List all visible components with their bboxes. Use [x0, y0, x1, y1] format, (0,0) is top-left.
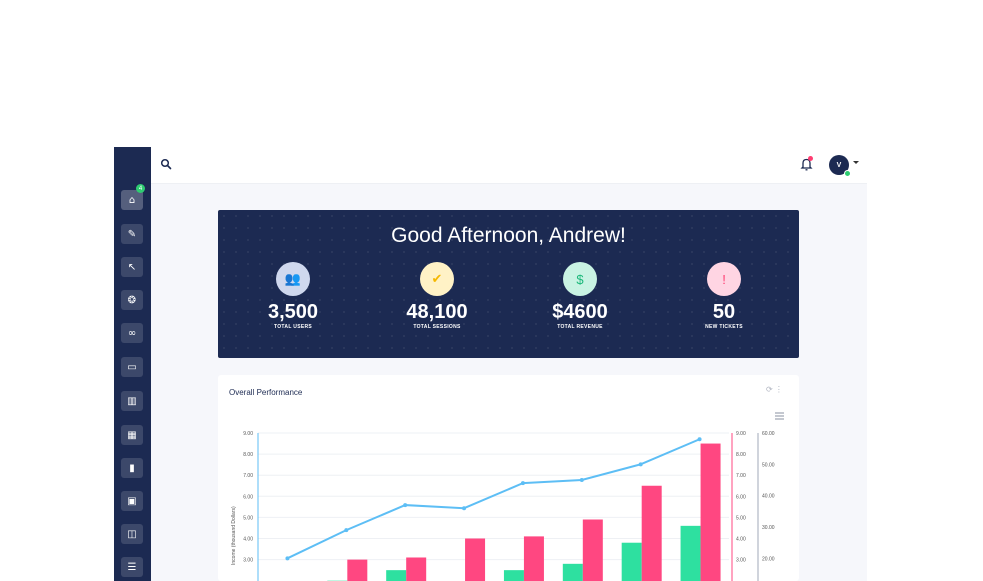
- online-status-dot: [844, 170, 851, 177]
- chart-icon[interactable]: ▥: [121, 391, 143, 411]
- settings-icon[interactable]: ❂: [121, 290, 143, 310]
- y3-tick-label: 30.00: [762, 525, 775, 531]
- pointer-icon[interactable]: ↖: [121, 257, 143, 277]
- bar-pink: [523, 536, 544, 581]
- stat-total-revenue: $ $4600 TOTAL REVENUE: [520, 262, 640, 330]
- stat-label: TOTAL REVENUE: [557, 324, 603, 330]
- y-tick-label: 9.00: [243, 431, 253, 437]
- ticket-icon: !: [707, 262, 741, 296]
- stat-label: NEW TICKETS: [705, 324, 743, 330]
- stat-new-tickets: ! 50 NEW TICKETS: [664, 262, 784, 330]
- chevron-down-icon[interactable]: [853, 161, 859, 164]
- y2-tick-label: 5.00: [736, 515, 746, 521]
- stat-value: $4600: [552, 301, 608, 323]
- stat-value: 48,100: [406, 301, 468, 323]
- y3-tick-label: 20.00: [762, 556, 775, 562]
- book-icon[interactable]: ▮: [121, 458, 143, 478]
- stat-label: TOTAL SESSIONS: [413, 324, 461, 330]
- money-icon[interactable]: ◫: [121, 524, 143, 544]
- pencil-icon[interactable]: ✎: [121, 224, 143, 244]
- line-point: [344, 528, 349, 533]
- link-icon[interactable]: ∞: [121, 323, 143, 343]
- y-tick-label: 7.00: [243, 473, 253, 479]
- clipboard-check-icon: ✔: [420, 262, 454, 296]
- calendar-icon[interactable]: ▣: [121, 491, 143, 511]
- bar-pink: [700, 443, 721, 581]
- y-tick-label: 3.00: [243, 558, 253, 564]
- line-point: [697, 437, 702, 442]
- stat-label: TOTAL USERS: [273, 324, 313, 330]
- y3-tick-label: 60.00: [762, 431, 775, 437]
- line-point: [403, 503, 408, 508]
- bar-pink: [582, 519, 603, 581]
- y-tick-label: 5.00: [243, 515, 253, 521]
- stat-total-users: 👥 3,500 TOTAL USERS: [233, 262, 353, 330]
- users-icon: 👥: [276, 262, 310, 296]
- notification-badge: 4: [136, 184, 145, 193]
- bar-green: [680, 525, 701, 581]
- table-icon[interactable]: ▦: [121, 425, 143, 445]
- y-axis-label: Income (thousand Dollars): [231, 506, 237, 565]
- y2-tick-label: 3.00: [736, 558, 746, 564]
- y2-tick-label: 4.00: [736, 537, 746, 543]
- bar-green: [386, 570, 407, 581]
- y2-tick-label: 7.00: [736, 473, 746, 479]
- home-icon[interactable]: ⌂: [121, 190, 143, 210]
- y-tick-label: 6.00: [243, 494, 253, 500]
- bar-green: [503, 570, 524, 581]
- sidebar: ⌂ ✎ ↖ ❂ ∞ ▭ ▥ ▦ ▮ ▣ ◫ ☰: [114, 147, 151, 581]
- bar-pink: [465, 538, 486, 581]
- y2-tick-label: 9.00: [736, 431, 746, 437]
- search-icon[interactable]: [160, 158, 172, 170]
- folder-icon[interactable]: ▭: [121, 357, 143, 377]
- y3-tick-label: 50.00: [762, 462, 775, 468]
- bar-green: [562, 563, 583, 581]
- y2-tick-label: 6.00: [736, 494, 746, 500]
- line-series: [287, 438, 700, 560]
- bell-notification-dot: [808, 156, 813, 161]
- bar-green: [621, 542, 642, 581]
- card-title: Overall Performance: [229, 388, 303, 397]
- line-point: [462, 506, 467, 511]
- stat-value: 3,500: [267, 301, 319, 323]
- bar-pink: [641, 485, 662, 581]
- dollar-icon: $: [563, 262, 597, 296]
- bar-pink: [347, 559, 368, 581]
- line-point: [638, 462, 643, 467]
- card-tools[interactable]: ⟳ ⋮: [766, 385, 783, 394]
- y2-tick-label: 8.00: [736, 452, 746, 458]
- line-point: [520, 481, 525, 486]
- bar-pink: [406, 557, 427, 581]
- line-point: [285, 556, 290, 561]
- greeting-title: Good Afternoon, Andrew!: [391, 224, 626, 247]
- stat-total-sessions: ✔ 48,100 TOTAL SESSIONS: [377, 262, 497, 330]
- list-icon[interactable]: ☰: [121, 557, 143, 577]
- y3-tick-label: 40.00: [762, 494, 775, 500]
- performance-chart: 3.00 4.00 5.00 6.00 7.00 8.00 9.00 3.00 4.00 5.00…: [231, 431, 775, 581]
- y-tick-label: 4.00: [243, 537, 253, 543]
- stat-value: 50: [712, 301, 736, 323]
- line-point: [579, 478, 584, 483]
- hamburger-menu-icon[interactable]: [775, 412, 784, 420]
- top-bar: [151, 147, 867, 184]
- y-tick-label: 8.00: [243, 452, 253, 458]
